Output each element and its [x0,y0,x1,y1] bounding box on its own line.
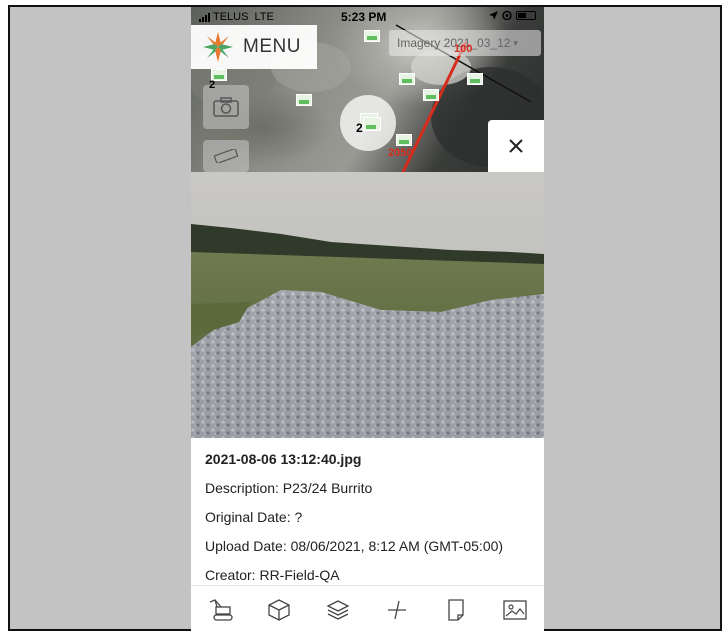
photo-marker [363,117,381,131]
cluster-count: 2 [209,79,216,91]
image-icon [502,599,527,620]
measure-tool-button[interactable] [203,140,249,172]
cube-icon [268,598,290,621]
toolbar-measure-button[interactable] [382,595,412,625]
document-icon [448,598,464,621]
close-button[interactable] [488,120,544,172]
toolbar-layers-button[interactable] [323,595,353,625]
camera-icon [213,97,239,117]
field-photo[interactable] [191,172,544,438]
battery-icon [516,10,536,20]
toolbar-gallery-button[interactable] [500,595,530,625]
signal-icon [199,12,210,22]
app-logo-icon [203,32,233,62]
photo-cluster-marker[interactable]: 2 [340,95,396,151]
photo-marker[interactable] [396,134,412,146]
photo-image [191,172,544,438]
toolbar-excavator-button[interactable] [205,595,235,625]
photo-details: 2021-08-06 13:12:40.jpg Description: P23… [205,445,535,590]
station-label-top: 100 [454,43,473,55]
measure-icon [387,600,406,619]
close-icon [509,139,523,153]
location-arrow-icon [489,10,498,20]
menu-button[interactable]: MENU [191,25,317,69]
photo-marker[interactable] [296,94,312,106]
map-view[interactable]: TELUS LTE 5:23 PM MENU Imagery 2021_03_1… [191,7,544,172]
toolbar-3d-button[interactable] [264,595,294,625]
bottom-toolbar [191,585,544,632]
photo-filename: 2021-08-06 13:12:40.jpg [205,451,362,467]
photo-marker[interactable] [467,73,483,85]
photo-original-date: Original Date: ? [205,509,303,525]
alarm-icon [502,10,512,20]
photo-marker[interactable] [399,73,415,85]
menu-label: MENU [243,36,301,57]
station-label-bottom: 2050 [388,147,413,159]
ruler-icon [214,149,238,163]
chevron-down-icon: ▾ [513,37,518,48]
status-bar: TELUS LTE 5:23 PM [191,7,544,27]
cluster-count: 2 [356,121,363,135]
network-label: LTE [254,11,274,23]
layers-icon [326,599,350,620]
photo-marker[interactable] [423,89,439,101]
camera-button[interactable] [203,85,249,129]
carrier-label: TELUS [213,11,249,23]
clock: 5:23 PM [341,10,387,24]
toolbar-document-button[interactable] [441,595,471,625]
photo-description: Description: P23/24 Burrito [205,480,373,496]
phone-screen: TELUS LTE 5:23 PM MENU Imagery 2021_03_1… [191,7,544,632]
photo-marker[interactable] [364,30,380,42]
excavator-icon [210,598,234,621]
photo-upload-date: Upload Date: 08/06/2021, 8:12 AM (GMT-05… [205,538,504,554]
